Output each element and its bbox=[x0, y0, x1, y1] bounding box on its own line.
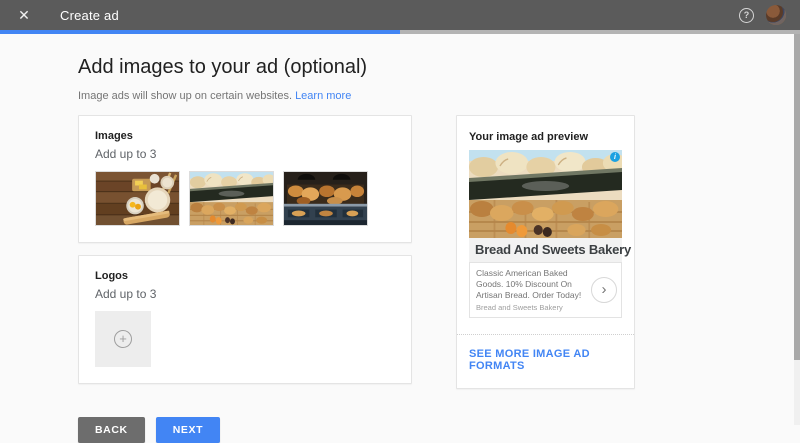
logos-card-title: Logos bbox=[95, 270, 395, 282]
add-logo-button[interactable]: + bbox=[95, 311, 151, 367]
page-subtext: Image ads will show up on certain websit… bbox=[78, 90, 800, 102]
bakery-interior-photo bbox=[284, 172, 367, 225]
ad-advertiser-name: Bread and Sweets Bakery bbox=[476, 303, 587, 312]
see-more-formats-link[interactable]: SEE MORE IMAGE AD FORMATS bbox=[469, 348, 622, 372]
back-button[interactable]: BACK bbox=[78, 417, 145, 443]
ad-chevron-button[interactable]: › bbox=[591, 277, 617, 303]
images-card: Images Add up to 3 bbox=[78, 115, 412, 243]
footer-actions: BACK NEXT bbox=[78, 417, 412, 443]
main-content: Add images to your ad (optional) Image a… bbox=[0, 34, 800, 443]
bakery-display-photo-large bbox=[469, 150, 622, 238]
image-thumbnail-bakery-display[interactable] bbox=[189, 171, 274, 226]
learn-more-link[interactable]: Learn more bbox=[295, 90, 351, 102]
ad-preview-image: i bbox=[469, 150, 622, 238]
bakery-display-photo bbox=[190, 172, 273, 225]
progress-fill bbox=[0, 30, 400, 34]
logos-card-subtitle: Add up to 3 bbox=[95, 287, 395, 301]
chevron-right-icon: › bbox=[602, 282, 607, 297]
images-card-title: Images bbox=[95, 130, 395, 142]
preview-card-title: Your image ad preview bbox=[469, 131, 622, 143]
ad-preview-unit: i Bread And Sweets Bakery Classic Americ… bbox=[469, 150, 622, 318]
scrollbar[interactable] bbox=[794, 34, 800, 425]
ad-description: Classic American Baked Goods. 10% Discou… bbox=[476, 268, 587, 301]
image-thumbnail-bakery-interior[interactable] bbox=[283, 171, 368, 226]
add-icon: + bbox=[114, 330, 132, 348]
ad-headline: Bread And Sweets Bakery bbox=[475, 242, 616, 257]
topbar-right: ? bbox=[739, 5, 786, 25]
next-button[interactable]: NEXT bbox=[156, 417, 220, 443]
logos-card: Logos Add up to 3 + bbox=[78, 255, 412, 384]
scrollbar-thumb[interactable] bbox=[794, 34, 800, 360]
avatar[interactable] bbox=[766, 5, 786, 25]
close-icon[interactable]: ✕ bbox=[14, 5, 34, 25]
create-ad-window: ✕ Create ad ? Add images to your ad (opt… bbox=[0, 0, 800, 425]
help-icon[interactable]: ? bbox=[739, 8, 754, 23]
ad-headline-band: Bread And Sweets Bakery bbox=[469, 238, 622, 262]
image-thumbnails bbox=[95, 171, 395, 226]
ad-preview-card: Your image ad preview bbox=[456, 115, 635, 389]
preview-divider bbox=[457, 334, 634, 335]
progress-bar bbox=[0, 30, 800, 34]
page-heading: Add images to your ad (optional) bbox=[78, 56, 800, 79]
images-card-subtitle: Add up to 3 bbox=[95, 147, 395, 161]
ad-body: Classic American Baked Goods. 10% Discou… bbox=[469, 262, 622, 318]
subtext-label: Image ads will show up on certain websit… bbox=[78, 90, 292, 102]
image-thumbnail-baking-ingredients[interactable] bbox=[95, 171, 180, 226]
baking-ingredients-photo bbox=[96, 172, 179, 225]
adchoices-icon[interactable]: i bbox=[610, 152, 620, 162]
topbar: ✕ Create ad ? bbox=[0, 0, 800, 30]
page-title-topbar: Create ad bbox=[60, 8, 119, 23]
